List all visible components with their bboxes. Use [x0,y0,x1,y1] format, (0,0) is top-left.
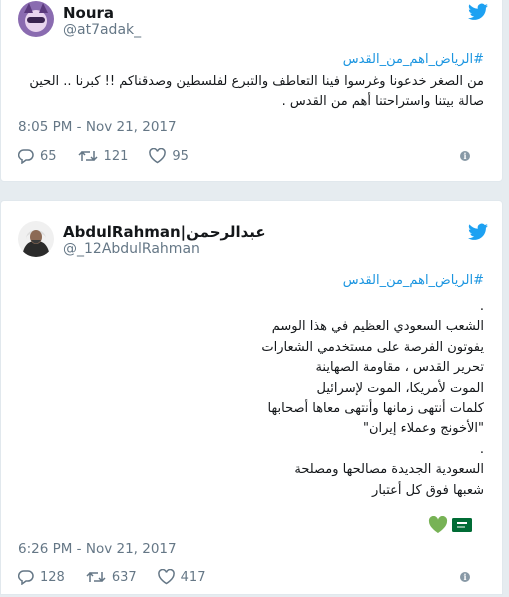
display-name[interactable]: Noura [63,4,114,22]
like-count: 95 [172,148,189,164]
reply-count: 65 [40,148,57,164]
tweet-line: . [479,299,484,314]
like-count: 417 [180,569,206,585]
emoji-row [428,516,472,534]
retweet-button[interactable]: 121 [78,148,129,164]
tweet-line: شعبها فوق كل أعتبار [372,482,484,498]
twitter-bird-icon[interactable] [468,223,488,241]
retweet-button[interactable]: 637 [86,569,137,585]
display-name[interactable]: AbdulRahman|عبدالرحمن [63,223,266,241]
reply-count: 128 [40,569,65,585]
timestamp[interactable]: 6:26 PM - Nov 21, 2017 [18,541,177,557]
tweet-line: . [479,441,484,457]
tweet-card[interactable]: AbdulRahman|عبدالرحمن @_12AbdulRahman #ا… [0,200,503,595]
like-button[interactable]: 95 [149,148,189,164]
tweet-line: صالة بيتنا واستراحتنا أهم من القدس . [281,93,484,109]
twitter-bird-icon[interactable] [468,3,488,21]
tweet-line: يفوتون الفرصة على مستخدمي الشعارات [261,339,484,355]
avatar[interactable] [18,221,54,257]
handle[interactable]: @_12AbdulRahman [63,241,200,257]
tweet-actions: 128 637 417 [18,566,226,588]
hashtag-link[interactable]: #الرياض_اهم_من_القدس [343,273,484,288]
tweet-text: . الشعب السعودي العظيم في هذا الوسم يفوت… [261,297,484,501]
like-button[interactable]: 417 [157,569,206,585]
heart-icon [149,148,167,164]
tweet-line: السعودية الجديدة مصالحها ومصلحة [294,462,484,478]
info-icon[interactable]: i [460,151,470,161]
tweet-line: الموت لأمريكا، الموت لإسرائيل [316,380,484,396]
retweet-count: 637 [111,569,137,585]
tweet-line: كلمات أنتهى زمانها وأنتهى معاها أصحابها [267,401,484,417]
reply-button[interactable]: 128 [18,569,65,585]
green-heart-icon [428,516,448,533]
tweet-text: من الصغر خدعونا وغرسوا فينا التعاطف والت… [29,72,484,111]
info-icon[interactable]: i [460,572,470,582]
retweet-icon [86,571,106,583]
timestamp[interactable]: 8:05 PM - Nov 21, 2017 [18,119,177,135]
reply-button[interactable]: 65 [18,148,57,164]
tweet-actions: 65 121 95 [18,145,210,167]
tweet-line: تحرير القدس ، مقاومة الصهاينة [315,360,484,376]
retweet-count: 121 [103,148,129,164]
handle[interactable]: @at7adak_ [63,22,141,38]
retweet-icon [78,150,98,162]
reply-icon [18,149,34,164]
tweet-line: "الأخونج وعملاء إيران" [363,421,484,437]
reply-icon [18,570,34,585]
tweet-line: الشعب السعودي العظيم في هذا الوسم [271,319,484,335]
tweet-card[interactable]: Noura @at7adak_ #الرياض_اهم_من_القدس من … [0,0,503,182]
avatar[interactable] [18,1,54,37]
tweet-line: من الصغر خدعونا وغرسوا فينا التعاطف والت… [29,74,484,89]
hashtag-link[interactable]: #الرياض_اهم_من_القدس [343,52,484,67]
heart-icon [157,569,175,585]
saudi-flag-icon [452,518,472,532]
